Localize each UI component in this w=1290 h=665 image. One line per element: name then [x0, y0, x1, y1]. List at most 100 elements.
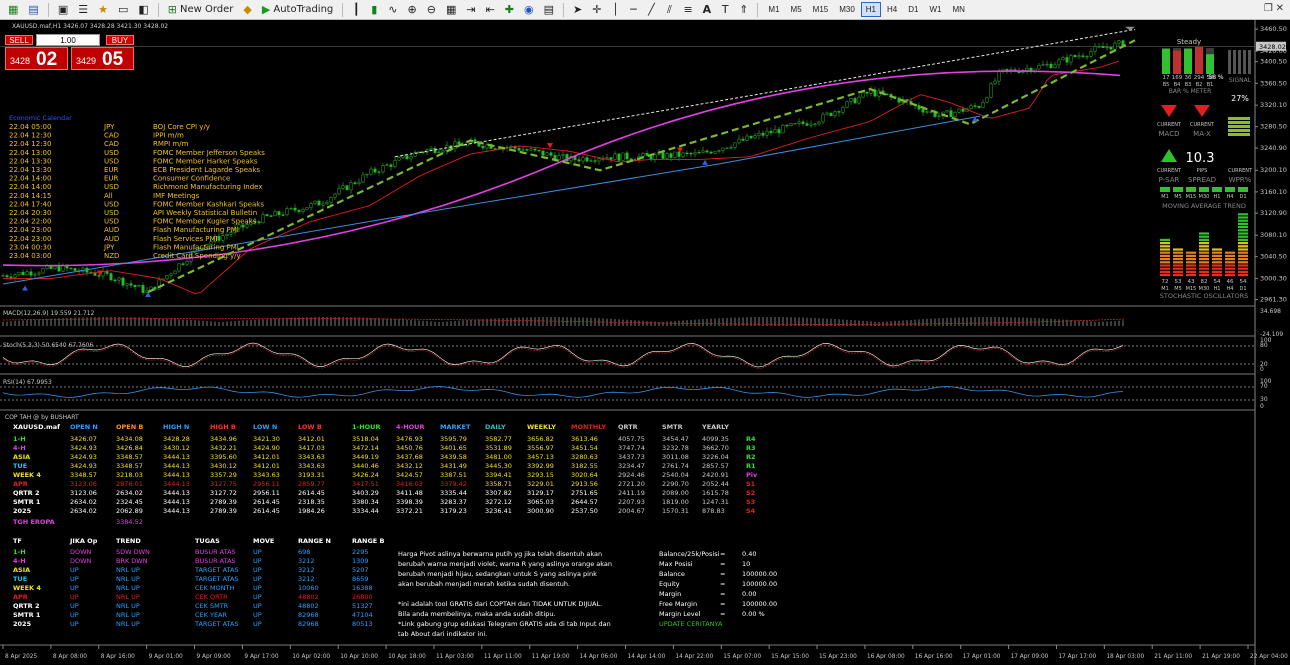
zoom-out-icon[interactable]: ⊖ [423, 2, 440, 18]
arrows-icon[interactable]: ⇑ [735, 2, 752, 18]
pivot-cell: 3358.71 [485, 480, 512, 488]
autotrading-button[interactable]: ▶ AutoTrading [258, 2, 337, 18]
timeframe-w1[interactable]: W1 [924, 2, 946, 17]
tile-windows-icon[interactable]: ▦ [442, 2, 460, 18]
pivot-cell: 3398.39 [396, 498, 423, 506]
timeframe-mn[interactable]: MN [947, 2, 969, 17]
calendar-currency: USD [104, 209, 119, 217]
pivot-header: QRTR [618, 423, 638, 431]
trend-cell: TARGET ATAS [194, 620, 239, 628]
ma-tf-label: D1 [1239, 194, 1246, 200]
pivot-cell: 3334.44 [352, 507, 379, 515]
trend-header: TUGAS [195, 537, 220, 545]
pivot-cell: 3394.41 [485, 471, 512, 479]
symbol-info: XAUUSD.maf,H1 3426.07 3428.28 3421.30 34… [12, 23, 168, 30]
market-watch-icon[interactable]: ▣ [54, 2, 72, 18]
data-window-icon[interactable]: ☰ [74, 2, 92, 18]
pivot-cell: 3444.13 [163, 498, 190, 506]
calendar-time: 23.04 03:00 [9, 252, 51, 260]
timeframe-d1[interactable]: D1 [903, 2, 923, 17]
timeframe-m15[interactable]: M15 [808, 2, 834, 17]
pivot-cell: 2614.45 [253, 498, 280, 506]
window-restore-icon[interactable]: ❐ ✕ [1264, 3, 1284, 14]
buy-button[interactable]: BUY [106, 35, 134, 45]
cursor-icon[interactable]: ➤ [569, 2, 586, 18]
calendar-event: FOMC Member Kashkari Speaks [153, 200, 264, 208]
chart-area[interactable]: XAUUSD.maf,H1 3426.07 3428.28 3421.30 34… [0, 20, 1290, 665]
new-order-button[interactable]: ⊞ New Order [164, 2, 238, 18]
timeframe-m1[interactable]: M1 [763, 2, 784, 17]
trend-header: TF [13, 537, 22, 545]
autoscroll-icon[interactable]: ⇤ [482, 2, 499, 18]
new-order-icon: ⊞ [167, 3, 177, 16]
text-tool-icon[interactable]: A [699, 2, 716, 18]
calendar-time: 22.04 20:30 [9, 209, 51, 217]
pivot-row-label: 4-H [13, 444, 26, 452]
pivot-note: berubah warna menjadi violet, warna R ya… [398, 560, 612, 568]
terminal-icon[interactable]: ▭ [114, 2, 132, 18]
indicators-icon[interactable]: ✚ [501, 2, 518, 18]
pivot-cell: 3444.13 [163, 489, 190, 497]
buy-price-box[interactable]: 3429 05 [71, 47, 134, 70]
line-chart-icon[interactable]: ∿ [384, 2, 401, 18]
pivot-header: LOW B [298, 423, 322, 431]
bar-value: 169 [1172, 75, 1183, 81]
periods-icon[interactable]: ◉ [520, 2, 538, 18]
stoch-value: 53 [1175, 279, 1182, 285]
calendar-currency: AUD [104, 235, 119, 243]
stoch-value: 82 [1201, 279, 1208, 285]
time-axis-label: 17 Apr 01:00 [963, 654, 1001, 660]
account-field: 100000.00 [742, 570, 777, 578]
lot-size-input[interactable] [36, 34, 100, 46]
timeframe-m30[interactable]: M30 [834, 2, 860, 17]
chart-canvas[interactable]: XAUUSD.maf,H1 3426.07 3428.28 3421.30 34… [0, 20, 1290, 665]
sell-button[interactable]: SELL [5, 35, 33, 45]
bar-chart-icon[interactable]: ┃ [348, 2, 364, 18]
label-tool-icon[interactable]: T [717, 2, 733, 18]
stoch-axis-label: 0 [1260, 366, 1264, 373]
profiles-icon[interactable]: ▤ [24, 2, 42, 18]
time-axis-label: 8 Apr 2025 [5, 654, 37, 660]
meta-editor-icon[interactable]: ◆ [239, 2, 255, 18]
pivot-cell: 3000.90 [527, 507, 554, 515]
trend-cell: UP [70, 566, 79, 574]
pivot-cell: Piv [746, 471, 758, 479]
timeframe-m5[interactable]: M5 [786, 2, 807, 17]
time-axis-label: 11 Apr 11:00 [484, 654, 522, 660]
pivot-note: tab About dari indikator ini. [398, 630, 487, 638]
pivot-cell: 3439.58 [440, 453, 467, 461]
new-chart-icon[interactable]: ▦ [4, 2, 22, 18]
pivot-cell: S4 [746, 507, 756, 515]
pivot-cell: 3348.57 [70, 471, 97, 479]
pivot-cell: 2324.45 [116, 498, 143, 506]
sell-price-box[interactable]: 3428 02 [5, 47, 68, 70]
navigator-icon[interactable]: ★ [94, 2, 112, 18]
crosshair-icon[interactable]: ✛ [588, 2, 605, 18]
vertical-line-icon[interactable]: │ [607, 2, 623, 18]
trend-cell: 698 [298, 548, 310, 556]
chart-shift-icon[interactable]: ⇥ [462, 2, 479, 18]
calendar-currency: NZD [104, 252, 119, 260]
timeframe-h1[interactable]: H1 [860, 2, 882, 17]
trend-cell: 80513 [352, 620, 373, 628]
fibo-icon[interactable]: ≡ [679, 2, 696, 18]
timeframe-h4[interactable]: H4 [882, 2, 902, 17]
trend-cell: 3212 [298, 575, 315, 583]
calendar-time: 22.04 23:00 [9, 226, 51, 234]
pivot-cell: 3412.01 [253, 453, 280, 461]
horizontal-line-icon[interactable]: ─ [625, 2, 641, 18]
trend-row-label: QRTR 2 [13, 602, 39, 610]
trendline-icon[interactable]: ╱ [643, 2, 659, 18]
zoom-in-icon[interactable]: ⊕ [404, 2, 421, 18]
bar-value: 17 [1163, 75, 1170, 81]
ma-tf-label: M5 [1174, 194, 1182, 200]
price-axis-label: 3200.10 [1260, 166, 1287, 174]
calendar-event: FOMC Member Kugler Speaks [153, 218, 257, 226]
channel-icon[interactable]: ⫽ [661, 2, 677, 18]
candle-chart-icon[interactable]: ▮ [366, 2, 382, 18]
pivot-note: *ini adalah tool GRATIS dari COPTAH dan … [398, 600, 602, 608]
templates-icon[interactable]: ▤ [540, 2, 558, 18]
tester-icon[interactable]: ◧ [134, 2, 152, 18]
trend-cell: NRL UP [116, 575, 140, 583]
pivot-header: MONTHLY [571, 423, 606, 431]
